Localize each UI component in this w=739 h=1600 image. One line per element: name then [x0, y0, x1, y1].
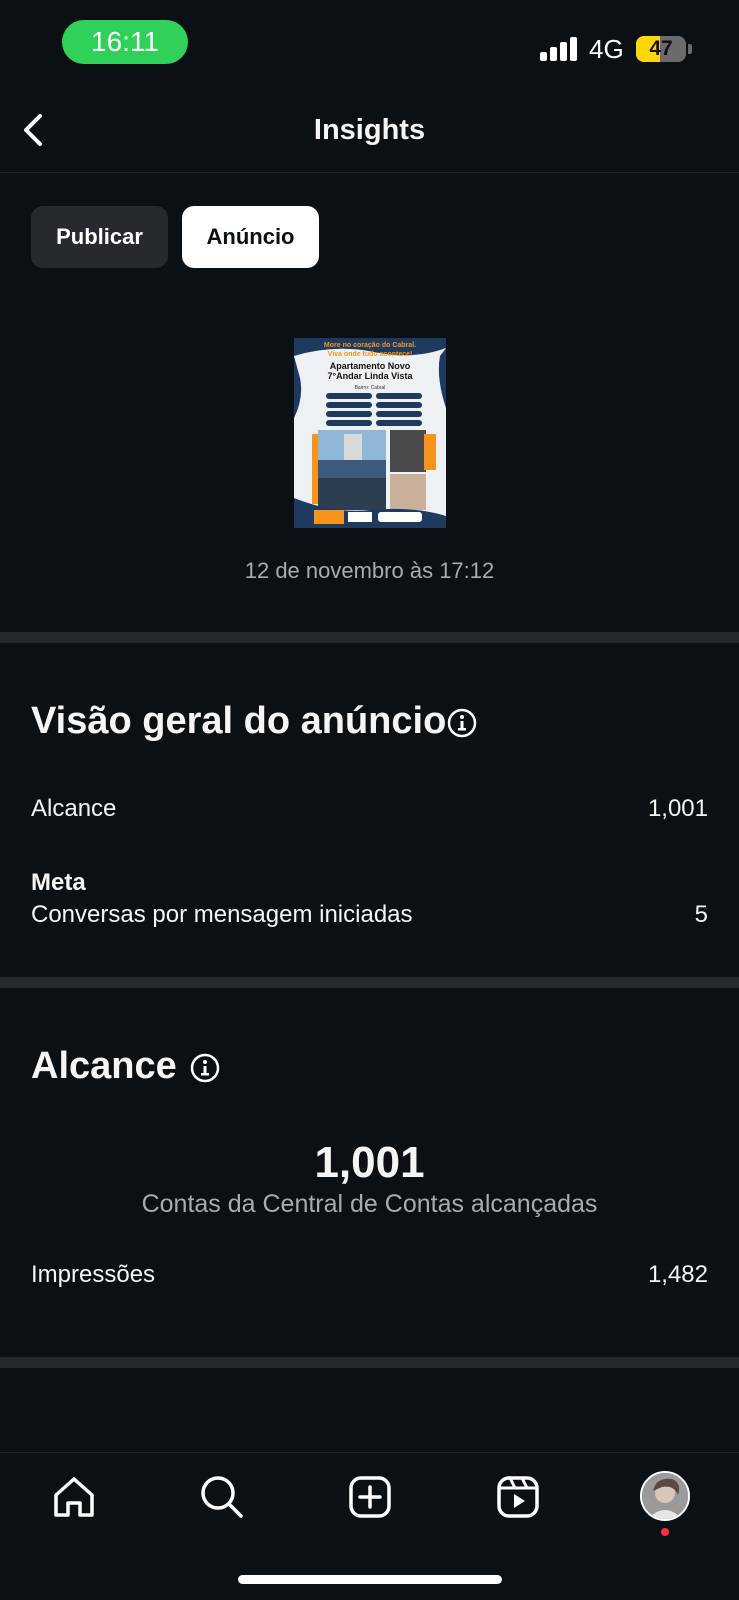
section-divider [0, 632, 739, 643]
page-title: Insights [313, 114, 426, 146]
nav-header: Insights [0, 90, 739, 173]
battery-tip [688, 44, 692, 54]
conversations-label: Conversas por mensagem iniciadas [31, 901, 413, 928]
impressions-value: 1,482 [647, 1261, 708, 1288]
tab-anuncio[interactable]: Anúncio [182, 206, 319, 268]
create-icon[interactable] [344, 1471, 396, 1523]
overview-reach-label: Alcance [31, 795, 117, 822]
status-time: 16:11 [62, 20, 188, 64]
battery-level: 47 [649, 37, 673, 60]
post-thumbnail[interactable]: More no coração do Cabral. Viva onde tud… [294, 338, 446, 528]
impressions-label: Impressões [31, 1261, 156, 1288]
conversations-value: 5 [694, 901, 708, 928]
home-indicator [238, 1575, 502, 1584]
reach-title: Alcance [31, 1045, 177, 1087]
post-headline-2: Viva onde tudo acontece! [328, 351, 413, 358]
home-icon[interactable] [48, 1471, 100, 1523]
overview-title: Visão geral do anúncio [31, 700, 447, 742]
overview-reach-value: 1,001 [647, 795, 708, 822]
post-image: More no coração do Cabral. Viva onde tud… [294, 338, 446, 528]
signal-icon [540, 37, 580, 61]
info-icon[interactable] [189, 1052, 221, 1084]
meta-heading: Meta [31, 869, 86, 896]
post-bairro: Bairro: Cabral [355, 385, 386, 391]
section-divider [0, 977, 739, 988]
post-date: 12 de novembro às 17:12 [244, 558, 495, 583]
post-headline-1: More no coração do Cabral. [324, 342, 416, 349]
info-icon[interactable] [446, 707, 478, 739]
section-divider [0, 1357, 739, 1368]
notification-dot [661, 1528, 669, 1536]
battery-icon: 47 [636, 36, 686, 62]
profile-avatar[interactable] [640, 1471, 690, 1521]
reels-icon[interactable] [492, 1471, 544, 1523]
network-type: 4G [589, 34, 624, 64]
search-icon[interactable] [196, 1471, 248, 1523]
reach-caption: Contas da Central de Contas alcançadas [141, 1190, 598, 1218]
reach-big-value: 1,001 [314, 1138, 425, 1187]
tab-publicar[interactable]: Publicar [31, 206, 168, 268]
status-bar: 16:11 4G 47 [0, 0, 739, 90]
post-title-2: 7°Andar Linda Vista [328, 371, 414, 381]
post-title-1: Apartamento Novo [330, 361, 411, 371]
